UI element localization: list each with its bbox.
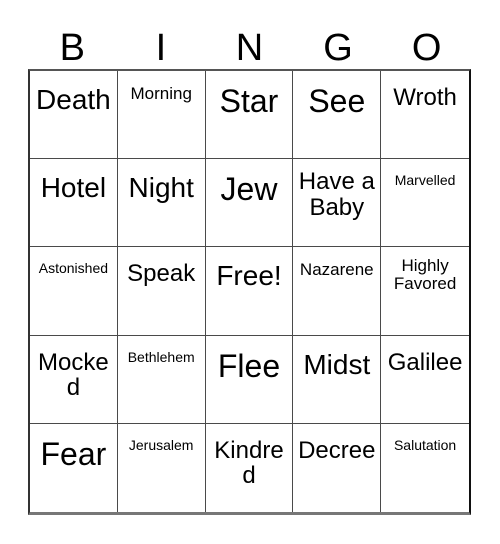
bingo-cell[interactable]: Salutation: [381, 423, 469, 512]
bingo-cell-label: Salutation: [393, 436, 457, 453]
bingo-cell-label: Flee: [217, 347, 281, 384]
bingo-cell[interactable]: Marvelled: [381, 159, 469, 248]
bingo-cell[interactable]: Jew: [205, 159, 294, 248]
bingo-cell-label: Speak: [127, 260, 196, 288]
bingo-cell-label: Marvelled: [394, 172, 456, 189]
bingo-cell[interactable]: Highly Favored: [381, 247, 469, 336]
bingo-cell-label: See: [308, 83, 366, 119]
bingo-cell-label: Nazarene: [299, 260, 374, 280]
bingo-cell-label: Star: [219, 83, 279, 119]
bingo-cell-label: Morning: [130, 84, 192, 103]
bingo-header-row: B I N G O: [28, 18, 471, 69]
bingo-cell[interactable]: Decree: [293, 423, 382, 512]
bingo-cell-label: Jerusalem: [128, 436, 194, 453]
bingo-cell[interactable]: Fear: [30, 423, 118, 512]
bingo-cell-free-space: Free!: [216, 260, 282, 292]
bingo-cell-label: Jew: [220, 171, 278, 208]
bingo-cell-label: Hotel: [40, 172, 107, 204]
bingo-cell[interactable]: Jerusalem: [117, 423, 206, 512]
bingo-cell-label: Midst: [303, 348, 371, 380]
bingo-cell[interactable]: Morning: [117, 71, 206, 160]
bingo-cell[interactable]: Wroth: [381, 71, 469, 160]
bingo-cell[interactable]: See: [293, 71, 382, 160]
bingo-header-letter-g: G: [323, 27, 353, 69]
bingo-cell-label: Night: [128, 172, 194, 204]
bingo-cell[interactable]: Have a Baby: [293, 159, 382, 248]
bingo-cell[interactable]: Galilee: [381, 335, 469, 424]
bingo-cell[interactable]: Night: [117, 159, 206, 248]
bingo-cell[interactable]: Kindred: [205, 423, 294, 512]
bingo-cell[interactable]: Free!: [205, 247, 294, 336]
bingo-cell[interactable]: Flee: [205, 335, 294, 424]
bingo-cell[interactable]: Midst: [293, 335, 382, 424]
bingo-cell-label: Decree: [298, 436, 376, 464]
bingo-cell-label: Astonished: [38, 260, 109, 277]
bingo-cell-label: Death: [36, 84, 111, 115]
bingo-cell-label: Highly Favored: [393, 256, 457, 294]
bingo-header-letter-b: B: [59, 27, 85, 69]
bingo-header-letter-o: O: [411, 27, 442, 69]
bingo-cell-label: Fear: [40, 435, 107, 472]
bingo-cell[interactable]: Mocked: [30, 335, 118, 424]
bingo-card: B I N G O Death Morning Star See Wroth Hotel N…: [0, 0, 500, 544]
bingo-cell[interactable]: Nazarene: [293, 247, 382, 336]
bingo-cell-label: Mocked: [38, 348, 109, 402]
bingo-cell[interactable]: Hotel: [30, 159, 118, 248]
bingo-cell-label: Wroth: [393, 84, 457, 111]
bingo-cell[interactable]: Speak: [117, 247, 206, 336]
bingo-cell[interactable]: Bethlehem: [117, 335, 206, 424]
bingo-grid: Death Morning Star See Wroth Hotel Night Jew Hav…: [28, 69, 471, 515]
bingo-cell[interactable]: Star: [205, 71, 294, 160]
bingo-cell-label: Galilee: [387, 348, 463, 376]
bingo-cell-label: Bethlehem: [127, 348, 195, 365]
bingo-cell[interactable]: Astonished: [30, 247, 118, 336]
bingo-header-letter-n: N: [235, 27, 264, 69]
bingo-header-letter-i: I: [155, 27, 167, 69]
bingo-cell-label: Have a Baby: [298, 168, 375, 221]
bingo-cell[interactable]: Death: [30, 71, 118, 160]
bingo-cell-label: Kindred: [214, 436, 284, 490]
